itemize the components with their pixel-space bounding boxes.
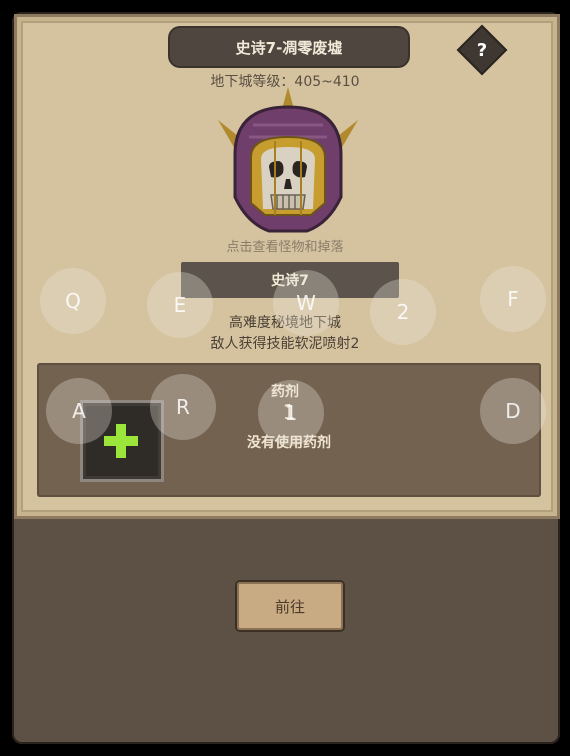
help-icon[interactable]: ? (466, 34, 498, 66)
key-f[interactable]: F (480, 266, 546, 332)
key-r[interactable]: R (150, 374, 216, 440)
key-e[interactable]: E (147, 272, 213, 338)
monster-hint[interactable]: 点击查看怪物和掉落 (0, 236, 570, 255)
key-a[interactable]: A (46, 378, 112, 444)
plus-icon-bar (104, 436, 138, 446)
key-2[interactable]: 2 (370, 279, 436, 345)
key-q[interactable]: Q (40, 268, 106, 334)
difficulty-description-line2: 敌人获得技能软泥喷射2 (210, 336, 360, 352)
key-d[interactable]: D (480, 378, 546, 444)
dungeon-title: 史诗7-凋零废墟 (170, 28, 408, 66)
go-button[interactable]: 前往 (237, 582, 343, 630)
key-1[interactable]: 1 (258, 380, 324, 446)
monster-helmet-icon[interactable] (213, 85, 363, 245)
key-w[interactable]: W (273, 270, 339, 336)
